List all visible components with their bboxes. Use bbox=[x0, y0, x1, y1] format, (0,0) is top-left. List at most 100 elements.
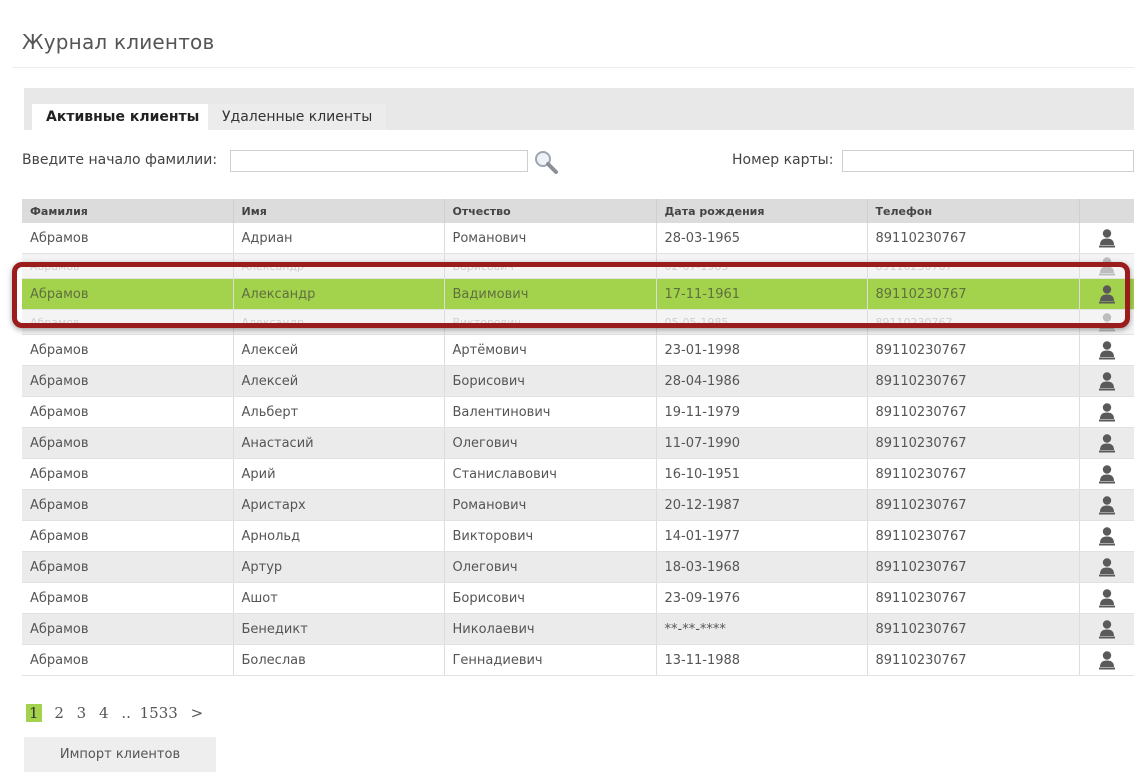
surname-search-input[interactable] bbox=[230, 150, 528, 172]
table-row[interactable]: Абрамов Артур Олегович 18-03-1968 8911023076… bbox=[22, 551, 1134, 583]
client-profile-cell bbox=[1079, 309, 1134, 335]
table-row[interactable]: Абрамов Адриан Романович 28-03-1965 89110230… bbox=[22, 223, 1134, 254]
person-icon[interactable] bbox=[1098, 285, 1116, 304]
cell-surname: Абрамов bbox=[22, 253, 234, 279]
cell-surname: Абрамов bbox=[22, 520, 234, 552]
table-row[interactable]: Абрамов Болеслав Геннадиевич 13-11-1988 8911… bbox=[22, 644, 1134, 676]
person-icon[interactable] bbox=[1098, 558, 1116, 577]
cell-surname: Абрамов bbox=[22, 223, 234, 254]
cell-birthdate: 18-03-1968 bbox=[656, 551, 868, 583]
cell-surname: Абрамов bbox=[22, 427, 234, 459]
cell-surname: Абрамов bbox=[22, 489, 234, 521]
person-icon[interactable] bbox=[1098, 229, 1116, 248]
cell-birthdate: 16-10-1951 bbox=[656, 458, 868, 490]
page-next[interactable]: > bbox=[191, 704, 204, 722]
client-profile-cell bbox=[1079, 458, 1134, 490]
table-row[interactable]: Абрамов Александр Викторович 05-05-1985 8911… bbox=[22, 309, 1134, 335]
title-divider bbox=[12, 67, 1134, 68]
tab-deleted-clients[interactable]: Удаленные клиенты bbox=[208, 104, 387, 130]
cell-phone: 89110230767 bbox=[867, 582, 1080, 614]
person-icon[interactable] bbox=[1098, 434, 1116, 453]
person-icon[interactable] bbox=[1098, 341, 1116, 360]
table-row[interactable]: Абрамов Аристарх Романович 20-12-1987 891102… bbox=[22, 489, 1134, 521]
table-row[interactable]: Абрамов Арий Станиславович 16-10-1951 891102… bbox=[22, 458, 1134, 490]
table-row[interactable]: Абрамов Альберт Валентинович 19-11-1979 8911… bbox=[22, 396, 1134, 428]
column-header-patronymic[interactable]: Отчество bbox=[444, 199, 657, 223]
cell-birthdate: 28-03-1965 bbox=[656, 223, 868, 254]
cell-surname: Абрамов bbox=[22, 334, 234, 366]
cell-phone: 89110230767 bbox=[867, 309, 1080, 335]
cell-name: Аристарх bbox=[233, 489, 445, 521]
card-number-label: Номер карты: bbox=[732, 152, 834, 168]
cell-phone: 89110230767 bbox=[867, 223, 1080, 254]
table-row-selected[interactable]: Абрамов Александр Вадимович 17-11-1961 89110… bbox=[22, 278, 1134, 310]
column-header-phone[interactable]: Телефон bbox=[867, 199, 1080, 223]
client-profile-cell bbox=[1079, 582, 1134, 614]
cell-patronymic: Викторович bbox=[444, 520, 657, 552]
client-profile-cell bbox=[1079, 253, 1134, 279]
cell-phone: 89110230767 bbox=[867, 334, 1080, 366]
cell-phone: 89110230767 bbox=[867, 520, 1080, 552]
card-number-input[interactable] bbox=[842, 150, 1134, 172]
table-row[interactable]: Абрамов Анастасий Олегович 11-07-1990 891102… bbox=[22, 427, 1134, 459]
client-profile-cell bbox=[1079, 427, 1134, 459]
cell-surname: Абрамов bbox=[22, 309, 234, 335]
cell-name: Александр bbox=[233, 309, 445, 335]
cell-patronymic: Борисович bbox=[444, 365, 657, 397]
cell-name: Алексей bbox=[233, 334, 445, 366]
search-icon[interactable] bbox=[532, 148, 560, 176]
person-icon[interactable] bbox=[1098, 620, 1116, 639]
table-row[interactable]: Абрамов Алексей Борисович 28-04-1986 8911023… bbox=[22, 365, 1134, 397]
cell-birthdate: 11-07-1990 bbox=[656, 427, 868, 459]
cell-patronymic: Артёмович bbox=[444, 334, 657, 366]
table-row[interactable]: Абрамов Алексей Артёмович 23-01-1998 8911023… bbox=[22, 334, 1134, 366]
cell-patronymic: Борисович bbox=[444, 253, 657, 279]
cell-name: Болеслав bbox=[233, 644, 445, 676]
cell-name: Александр bbox=[233, 278, 445, 310]
column-header-birthdate[interactable]: Дата рождения bbox=[656, 199, 868, 223]
table-row[interactable]: Абрамов Бенедикт Николаевич **-**-**** 89110… bbox=[22, 613, 1134, 645]
person-icon[interactable] bbox=[1098, 589, 1116, 608]
cell-birthdate: **-**-**** bbox=[656, 613, 868, 645]
page-link-2[interactable]: 2 bbox=[54, 704, 64, 722]
person-icon[interactable] bbox=[1098, 257, 1116, 276]
table-row[interactable]: Абрамов Арнольд Викторович 14-01-1977 891102… bbox=[22, 520, 1134, 552]
cell-birthdate: 17-11-1961 bbox=[656, 278, 868, 310]
client-profile-cell bbox=[1079, 365, 1134, 397]
page-link-3[interactable]: 3 bbox=[77, 704, 87, 722]
person-icon[interactable] bbox=[1098, 403, 1116, 422]
table-row[interactable]: Абрамов Александр Борисович 02-07-1983 89110… bbox=[22, 253, 1134, 279]
cell-surname: Абрамов bbox=[22, 551, 234, 583]
person-icon[interactable] bbox=[1098, 496, 1116, 515]
cell-phone: 89110230767 bbox=[867, 551, 1080, 583]
cell-surname: Абрамов bbox=[22, 365, 234, 397]
pagination: 1 2 3 4 .. 1533 > bbox=[26, 704, 211, 722]
clients-table: Фамилия Имя Отчество Дата рождения Телеф… bbox=[22, 199, 1134, 676]
person-icon[interactable] bbox=[1098, 465, 1116, 484]
tab-active-clients[interactable]: Активные клиенты bbox=[32, 104, 214, 130]
cell-phone: 89110230767 bbox=[867, 396, 1080, 428]
person-icon[interactable] bbox=[1098, 372, 1116, 391]
page-link-1[interactable]: 1 bbox=[26, 704, 42, 722]
page-link-4[interactable]: 4 bbox=[99, 704, 109, 722]
client-profile-cell bbox=[1079, 613, 1134, 645]
page-link-last[interactable]: 1533 bbox=[140, 704, 178, 722]
person-icon[interactable] bbox=[1098, 527, 1116, 546]
table-row[interactable]: Абрамов Ашот Борисович 23-09-1976 8911023076… bbox=[22, 582, 1134, 614]
client-profile-cell bbox=[1079, 334, 1134, 366]
import-clients-button[interactable]: Импорт клиентов bbox=[24, 737, 216, 772]
cell-birthdate: 20-12-1987 bbox=[656, 489, 868, 521]
surname-filter-label: Введите начало фамилии: bbox=[22, 152, 218, 168]
cell-phone: 89110230767 bbox=[867, 644, 1080, 676]
cell-patronymic: Олегович bbox=[444, 427, 657, 459]
cell-patronymic: Викторович bbox=[444, 309, 657, 335]
cell-surname: Абрамов bbox=[22, 613, 234, 645]
column-header-name[interactable]: Имя bbox=[233, 199, 445, 223]
cell-name: Альберт bbox=[233, 396, 445, 428]
cell-name: Арнольд bbox=[233, 520, 445, 552]
cell-phone: 89110230767 bbox=[867, 489, 1080, 521]
person-icon[interactable] bbox=[1098, 313, 1116, 332]
person-icon[interactable] bbox=[1098, 651, 1116, 670]
column-header-surname[interactable]: Фамилия bbox=[22, 199, 234, 223]
cell-name: Арий bbox=[233, 458, 445, 490]
